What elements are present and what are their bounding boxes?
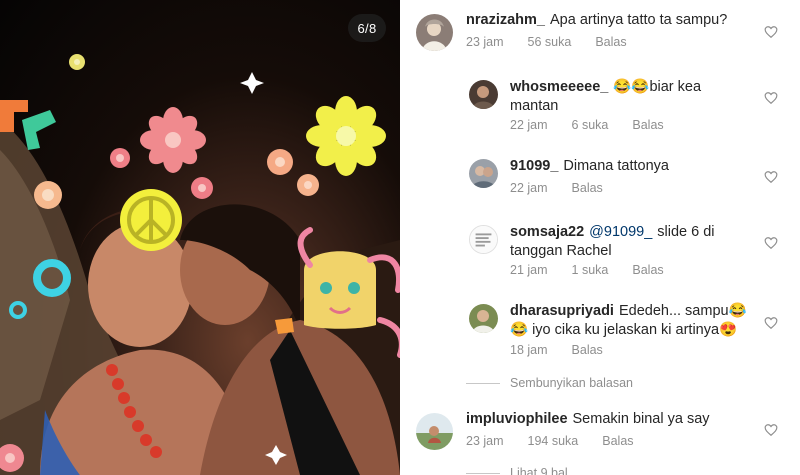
comment-username[interactable]: somsaja22 [510, 224, 584, 240]
comment-text: Semakin binal ya say [572, 411, 710, 427]
like-heart-icon[interactable] [764, 316, 778, 330]
comments-panel[interactable]: nrazizahm_ Apa artinya tatto ta sampu? 23… [400, 0, 800, 475]
comment-likes[interactable]: 194 suka [528, 434, 579, 448]
comment-username[interactable]: dharasupriyadi [510, 303, 614, 319]
comment-likes[interactable]: 56 suka [528, 35, 572, 49]
divider-line [466, 382, 500, 384]
reply-button[interactable]: Balas [602, 434, 633, 448]
comment-time[interactable]: 23 jam [466, 434, 504, 448]
comment-username[interactable]: whosmeeeee_ [510, 79, 608, 95]
avatar[interactable] [469, 159, 498, 188]
avatar[interactable] [416, 14, 453, 51]
avatar[interactable] [416, 413, 453, 450]
like-heart-icon[interactable] [764, 91, 778, 105]
profile-photo-icon [416, 14, 453, 51]
profile-photo-icon [416, 413, 453, 450]
comment-username[interactable]: 91099_ [510, 158, 558, 174]
avatar[interactable] [469, 80, 498, 109]
profile-photo-icon [470, 226, 497, 253]
reply-button[interactable]: Balas [632, 118, 663, 132]
hide-replies-label: Sembunyikan balasan [510, 376, 633, 390]
profile-photo-icon [469, 80, 498, 109]
view-replies-button[interactable]: Lihat 9 bal… [466, 466, 580, 475]
comment-likes[interactable]: 6 suka [572, 118, 609, 132]
reply-button[interactable]: Balas [632, 263, 663, 277]
comment-likes[interactable]: 1 suka [572, 263, 609, 277]
view-replies-label: Lihat 9 bal… [510, 466, 581, 475]
reply-button[interactable]: Balas [572, 343, 603, 357]
comment-text: Dimana tattonya [563, 158, 669, 174]
comment-mention[interactable]: @91099_ [589, 224, 652, 240]
like-heart-icon[interactable] [764, 423, 778, 437]
reply-button[interactable]: Balas [572, 181, 603, 195]
photo-illustration [0, 54, 400, 475]
comment-text: Apa artinya tatto ta sampu? [549, 12, 728, 28]
slide-counter: 6/8 [348, 14, 386, 42]
like-heart-icon[interactable] [764, 170, 778, 184]
avatar[interactable] [469, 225, 498, 254]
like-heart-icon[interactable] [764, 236, 778, 250]
comment-time[interactable]: 18 jam [510, 343, 548, 357]
reply-button[interactable]: Balas [595, 35, 626, 49]
comment-time[interactable]: 21 jam [510, 263, 548, 277]
comment-username[interactable]: nrazizahm_ [466, 12, 545, 28]
post-photo[interactable]: 6/8 [0, 0, 400, 475]
divider-line [466, 472, 500, 474]
comment-time[interactable]: 22 jam [510, 118, 548, 132]
profile-photo-icon [469, 159, 498, 188]
profile-photo-icon [469, 304, 498, 333]
avatar[interactable] [469, 304, 498, 333]
comment-time[interactable]: 23 jam [466, 35, 504, 49]
hide-replies-button[interactable]: Sembunyikan balasan [466, 376, 633, 390]
comment-time[interactable]: 22 jam [510, 181, 548, 195]
comment-username[interactable]: impluviophilee [466, 411, 568, 427]
like-heart-icon[interactable] [764, 25, 778, 39]
